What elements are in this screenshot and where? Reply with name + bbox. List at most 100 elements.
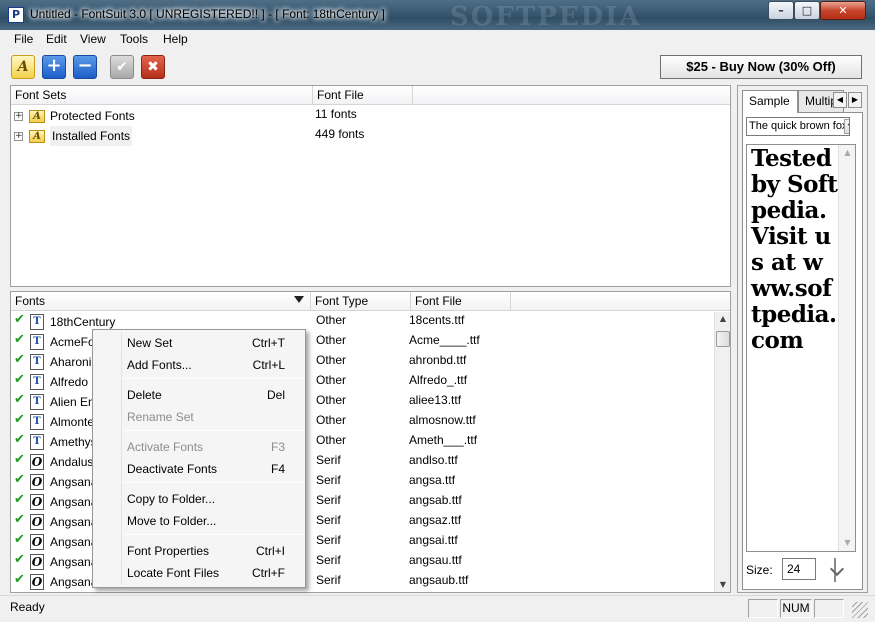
window-title: Untitled - FontSuit 3.0 [ UNREGISTERED!!… [30, 7, 385, 21]
tab-scroll-right-icon[interactable]: ▶ [848, 92, 862, 108]
active-check-icon[interactable]: ✔ [14, 412, 26, 427]
font-set-name: Installed Fonts [50, 126, 133, 146]
tab-sample[interactable]: Sample [742, 90, 798, 113]
font-folder-icon: A [29, 130, 45, 143]
sample-text-select[interactable]: The quick brown fox ▼ [746, 117, 850, 136]
close-button[interactable]: ✕ [820, 1, 866, 20]
scroll-down-icon[interactable]: ▼ [715, 580, 731, 589]
font-type-icon: T [30, 314, 44, 330]
buy-now-button[interactable]: $25 - Buy Now (30% Off) [660, 55, 862, 79]
font-type-icon: O [30, 554, 44, 570]
app-icon[interactable]: P [8, 7, 24, 23]
chevron-down-icon[interactable]: ▼ [844, 119, 849, 134]
menu-item[interactable]: New Set [127, 333, 172, 353]
menu-help[interactable]: Help [163, 32, 188, 46]
active-check-icon[interactable]: ✔ [14, 312, 26, 327]
scroll-up-icon[interactable]: ▲ [839, 148, 856, 157]
sample-preview-text: Tested by Softpedia. Visit us at www.sof… [751, 145, 838, 354]
font-list-scrollbar[interactable]: ▲ ▼ [714, 312, 730, 592]
tab-scroll-left-icon[interactable]: ◀ [833, 92, 847, 108]
font-file: angsaub.ttf [409, 573, 469, 587]
active-check-icon[interactable]: ✔ [14, 572, 26, 587]
size-input[interactable]: 24 [782, 558, 816, 580]
active-check-icon[interactable]: ✔ [14, 452, 26, 467]
deactivate-x-icon[interactable]: ✖ [141, 55, 165, 79]
font-type: Other [316, 333, 347, 347]
menu-item[interactable]: Add Fonts... [127, 355, 192, 375]
font-file: angsab.ttf [409, 493, 462, 507]
active-check-icon[interactable]: ✔ [14, 352, 26, 367]
expand-icon[interactable]: + [14, 132, 23, 141]
column-font-sets[interactable]: Font Sets [11, 86, 313, 105]
active-check-icon[interactable]: ✔ [14, 392, 26, 407]
menu-item[interactable]: Delete [127, 385, 162, 405]
context-menu: New Set Ctrl+T Add Fonts... Ctrl+L Delete Del… [92, 329, 306, 588]
font-file: 18cents.ttf [409, 313, 465, 327]
font-set-row[interactable]: + A Protected Fonts 11 fonts [11, 106, 730, 126]
column-fonts[interactable]: Fonts [11, 292, 311, 311]
column-font-file[interactable]: Font File [411, 292, 511, 311]
scroll-up-icon[interactable]: ▲ [715, 314, 731, 323]
font-type: Serif [316, 473, 341, 487]
active-check-icon[interactable]: ✔ [14, 472, 26, 487]
resize-grip-icon[interactable] [852, 602, 868, 618]
open-font-folder-icon[interactable]: A [11, 55, 35, 79]
font-file: almosnow.ttf [409, 413, 476, 427]
remove-icon[interactable]: − [73, 55, 97, 79]
status-bar: Ready NUM [0, 595, 875, 622]
menu-separator [123, 378, 303, 379]
font-type-icon: O [30, 534, 44, 550]
menu-item[interactable]: Locate Font Files [127, 563, 219, 583]
menu-edit[interactable]: Edit [46, 32, 67, 46]
font-type: Other [316, 373, 347, 387]
menu-item[interactable]: Copy to Folder... [127, 489, 215, 509]
menu-item[interactable]: Font Properties [127, 541, 209, 561]
active-check-icon[interactable]: ✔ [14, 432, 26, 447]
activate-check-icon[interactable]: ✔ [110, 55, 134, 79]
active-check-icon[interactable]: ✔ [14, 512, 26, 527]
font-type-icon: T [30, 434, 44, 450]
sort-dropdown-icon[interactable] [294, 296, 304, 303]
font-file: Ameth___.ttf [409, 433, 478, 447]
column-font-file[interactable]: Font File [313, 86, 413, 105]
font-name: Andalus [50, 455, 94, 469]
font-type-icon: T [30, 414, 44, 430]
active-check-icon[interactable]: ✔ [14, 552, 26, 567]
active-check-icon[interactable]: ✔ [14, 492, 26, 507]
font-file: angsa.ttf [409, 473, 456, 487]
menu-tools[interactable]: Tools [120, 32, 148, 46]
font-type-icon: O [30, 514, 44, 530]
active-check-icon[interactable]: ✔ [14, 532, 26, 547]
scroll-down-icon[interactable]: ▼ [839, 538, 856, 547]
status-pane-scroll [814, 599, 844, 618]
sample-select-value: The quick brown fox [749, 120, 848, 132]
font-file: aliee13.ttf [409, 393, 462, 407]
menu-item: Activate Fonts [127, 440, 204, 454]
font-name: Aharoni [50, 355, 92, 369]
maximize-button[interactable]: □ [794, 1, 820, 20]
menu-file[interactable]: File [14, 32, 33, 46]
scroll-thumb[interactable] [716, 331, 730, 347]
menu-item[interactable]: Deactivate Fonts [127, 459, 217, 479]
fonts-header: Fonts Font Type Font File [11, 292, 730, 311]
menu-bar: File Edit View Tools Help [0, 30, 875, 50]
font-type: Serif [316, 533, 341, 547]
expand-icon[interactable]: + [14, 112, 23, 121]
font-set-row[interactable]: + A Installed Fonts 449 fonts [11, 126, 730, 146]
menu-view[interactable]: View [80, 32, 106, 46]
font-file: andlso.ttf [409, 453, 458, 467]
font-name: Alfredo [50, 375, 89, 389]
minimize-button[interactable]: – [768, 1, 794, 20]
add-icon[interactable]: + [42, 55, 66, 79]
active-check-icon[interactable]: ✔ [14, 332, 26, 347]
menu-item-shortcut: Del [266, 388, 285, 402]
menu-item[interactable]: Move to Folder... [127, 511, 216, 531]
status-pane-caps [748, 599, 778, 618]
menu-item-shortcut: F4 [270, 462, 285, 476]
column-font-type[interactable]: Font Type [311, 292, 411, 311]
font-file: Acme____.ttf [409, 333, 480, 347]
font-file: ahronbd.ttf [409, 353, 467, 367]
font-type-icon: T [30, 334, 44, 350]
preview-scrollbar[interactable]: ▲ ▼ [838, 145, 855, 551]
active-check-icon[interactable]: ✔ [14, 372, 26, 387]
